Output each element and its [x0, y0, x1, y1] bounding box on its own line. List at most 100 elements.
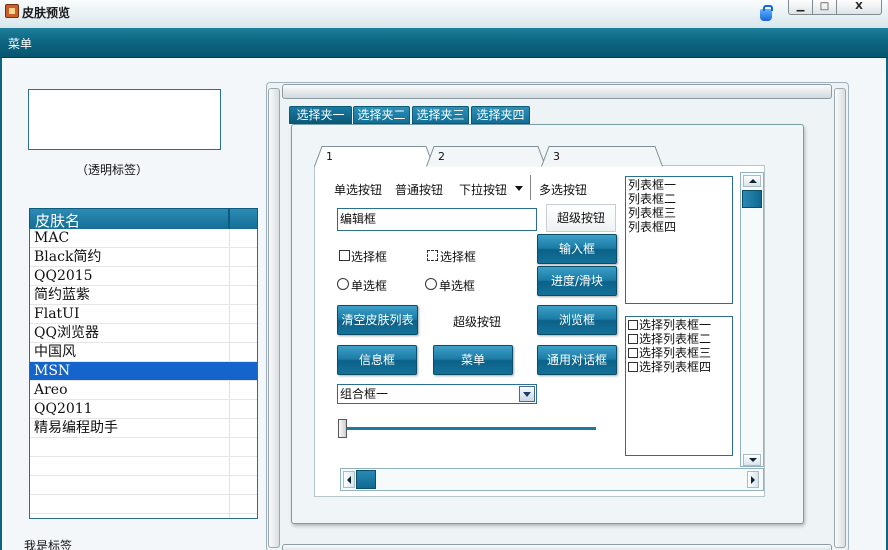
check-list-item-label: 选择列表框三 [639, 346, 712, 360]
inner-tab-1[interactable]: 1 [314, 146, 434, 167]
tab-select-3[interactable]: 选择夹三 [412, 106, 469, 124]
check-list-checkbox[interactable] [628, 320, 638, 330]
input-box-button[interactable]: 输入框 [537, 234, 617, 264]
combo-box[interactable]: 组合框一 [337, 384, 537, 404]
check-list-checkbox[interactable] [628, 362, 638, 372]
message-box-button[interactable]: 信息框 [337, 345, 417, 375]
group-right-bar [834, 88, 846, 548]
skin-list-item[interactable]: Areo [30, 381, 257, 400]
check-list-item-label: 选择列表框一 [639, 318, 712, 332]
skin-list-item[interactable]: 中国风 [30, 343, 257, 362]
inner-tab-1-label: 1 [326, 150, 333, 163]
maximize-button[interactable]: □ [812, 0, 837, 15]
group-top-bar [282, 84, 832, 99]
inner-tab-2-label: 2 [438, 150, 445, 163]
horizontal-scrollbar[interactable] [340, 468, 764, 491]
column-separator[interactable] [228, 209, 230, 229]
inner-tab-3[interactable]: 3 [541, 146, 663, 167]
chevron-down-icon[interactable] [519, 386, 535, 402]
check-list-item[interactable]: 选择列表框二 [628, 332, 730, 346]
skin-bag-icon[interactable] [758, 4, 774, 22]
radio-1[interactable] [337, 278, 349, 290]
close-button[interactable]: X [836, 0, 882, 15]
transparent-label: （透明标签） [76, 163, 149, 177]
super-button-top[interactable]: 超级按钮 [546, 204, 616, 232]
check-list-item[interactable]: 选择列表框三 [628, 346, 730, 360]
scroll-down-icon[interactable] [743, 454, 761, 466]
scroll-up-icon[interactable] [743, 175, 761, 187]
skin-list-item[interactable]: FlatUI [30, 305, 257, 324]
skin-list-item[interactable]: QQ2011 [30, 400, 257, 419]
horizontal-scroll-thumb[interactable] [356, 470, 376, 489]
empty-list-row [30, 438, 257, 457]
plain-button-label[interactable]: 普通按钮 [395, 181, 443, 198]
skin-list-item[interactable]: Black简约 [30, 248, 257, 267]
slider-thumb[interactable] [338, 419, 347, 438]
skin-list-item[interactable]: 精易编程助手 [30, 419, 257, 438]
vertical-scrollbar[interactable] [740, 172, 764, 467]
check-list-item-label: 选择列表框四 [639, 360, 712, 374]
checkbox-1-label[interactable]: 选择框 [351, 248, 387, 265]
menu-item-menu[interactable]: 菜单 [8, 35, 32, 52]
list-box-item[interactable]: 列表框一 [628, 178, 730, 192]
empty-list-row [30, 457, 257, 476]
list-box[interactable]: 列表框一 列表框二 列表框三 列表框四 [625, 176, 733, 304]
combo-box-value: 组合框一 [340, 387, 389, 401]
multi-select-button-label[interactable]: 多选按钮 [539, 181, 587, 198]
checkbox-1[interactable] [339, 250, 350, 261]
list-box-item[interactable]: 列表框四 [628, 220, 730, 234]
title-bar: 皮肤预览 ▁ □ X [0, 0, 888, 28]
menu-bar: 菜单 [0, 28, 888, 58]
list-box-item[interactable]: 列表框三 [628, 206, 730, 220]
group-left-bar [268, 88, 280, 548]
tab-select-1[interactable]: 选择夹一 [289, 106, 352, 124]
menu-button[interactable]: 菜单 [433, 345, 513, 375]
skin-list-header[interactable]: 皮肤名 [29, 208, 258, 230]
tab-select-4[interactable]: 选择夹四 [471, 106, 530, 124]
scroll-left-icon[interactable] [343, 471, 355, 488]
skin-list-item[interactable]: MAC [30, 229, 257, 248]
window-title: 皮肤预览 [22, 6, 71, 20]
tab-select-2[interactable]: 选择夹二 [353, 106, 410, 124]
window-border-left [0, 58, 2, 550]
vertical-scroll-thumb[interactable] [742, 190, 762, 208]
check-list-item[interactable]: 选择列表框一 [628, 318, 730, 332]
radio-2[interactable] [425, 278, 437, 290]
radio-button-label[interactable]: 单选按钮 [334, 181, 382, 198]
list-box-item[interactable]: 列表框二 [628, 192, 730, 206]
radio-2-label[interactable]: 单选框 [439, 277, 475, 294]
skin-list-item[interactable]: MSN [30, 362, 257, 381]
common-dialog-button[interactable]: 通用对话框 [537, 345, 617, 375]
skin-list-item[interactable]: QQ浏览器 [30, 324, 257, 343]
transparent-label-box [28, 89, 221, 150]
separator [530, 175, 531, 200]
edit-box[interactable]: 编辑框 [337, 208, 537, 231]
skin-list-item[interactable]: 简约蓝紫 [30, 286, 257, 305]
check-list-checkbox[interactable] [628, 334, 638, 344]
inner-tab-2[interactable]: 2 [426, 146, 546, 167]
scroll-right-icon[interactable] [747, 471, 759, 488]
check-list-box[interactable]: 选择列表框一 选择列表框二 选择列表框三 选择列表框四 [625, 316, 733, 456]
empty-list-row [30, 495, 257, 514]
checkbox-2-label[interactable]: 选择框 [440, 248, 476, 265]
progress-slider-button[interactable]: 进度/滑块 [537, 266, 617, 296]
checkbox-2[interactable] [427, 250, 438, 261]
skin-name-column-header[interactable]: 皮肤名 [35, 210, 80, 231]
browse-button[interactable]: 浏览框 [537, 305, 617, 335]
skin-list[interactable]: MAC Black简约 QQ2015 简约蓝紫 FlatUI QQ浏览器 中国风 MSN Are… [29, 229, 258, 519]
slider-track[interactable] [345, 427, 596, 430]
check-list-item[interactable]: 选择列表框四 [628, 360, 730, 374]
inner-tab-3-label: 3 [553, 150, 560, 163]
clear-skin-list-button[interactable]: 清空皮肤列表 [337, 305, 418, 335]
minimize-button[interactable]: ▁ [788, 0, 813, 15]
dropdown-button-label[interactable]: 下拉按钮 [459, 181, 507, 198]
app-icon [5, 4, 19, 18]
skin-list-item[interactable]: QQ2015 [30, 267, 257, 286]
empty-list-row [30, 476, 257, 495]
check-list-checkbox[interactable] [628, 348, 638, 358]
radio-1-label[interactable]: 单选框 [351, 277, 387, 294]
dropdown-arrow-icon[interactable] [515, 186, 523, 191]
check-list-item-label: 选择列表框二 [639, 332, 712, 346]
super-button-middle[interactable]: 超级按钮 [453, 313, 501, 330]
group-bottom-bar [282, 544, 832, 550]
